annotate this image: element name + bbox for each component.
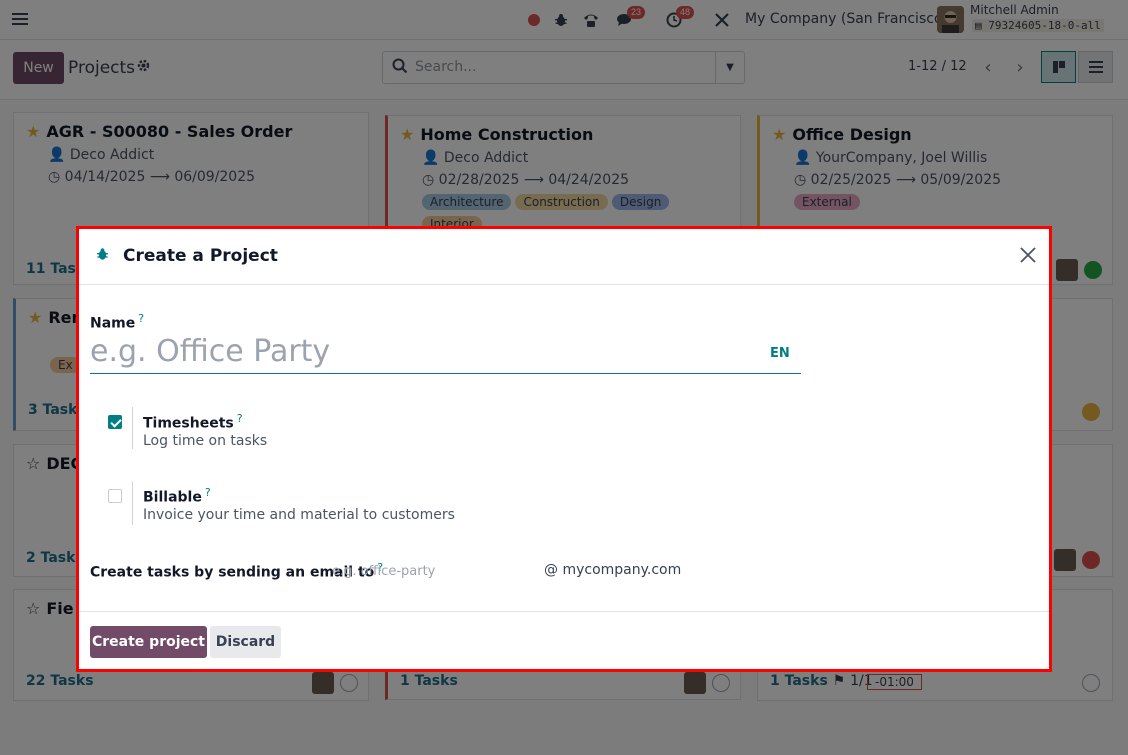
billable-label: Billable? bbox=[143, 486, 211, 506]
timesheets-label-text: Timesheets bbox=[143, 415, 234, 432]
project-name-input[interactable] bbox=[90, 330, 801, 374]
billable-description: Invoice your time and material to custom… bbox=[143, 507, 455, 523]
timesheets-description: Log time on tasks bbox=[143, 433, 268, 449]
billable-label-text: Billable bbox=[143, 489, 202, 506]
help-tooltip-icon[interactable]: ? bbox=[237, 412, 243, 425]
help-tooltip-icon[interactable]: ? bbox=[205, 486, 211, 499]
discard-button[interactable]: Discard bbox=[210, 626, 281, 658]
billable-checkbox[interactable] bbox=[108, 489, 122, 503]
dialog-header: Create a Project bbox=[79, 229, 1049, 285]
timesheets-label: Timesheets? bbox=[143, 412, 243, 432]
timesheets-checkbox[interactable] bbox=[108, 415, 122, 429]
create-project-button[interactable]: Create project bbox=[90, 626, 207, 658]
create-project-dialog: Create a Project Name? EN Timesheets? Lo… bbox=[76, 226, 1052, 672]
name-label: Name? bbox=[90, 312, 144, 332]
email-alias-input[interactable] bbox=[332, 562, 532, 580]
divider bbox=[132, 481, 133, 525]
close-icon[interactable] bbox=[1019, 246, 1039, 266]
help-tooltip-icon[interactable]: ? bbox=[138, 312, 144, 325]
language-button[interactable]: EN bbox=[770, 346, 790, 361]
alias-domain: @ mycompany.com bbox=[544, 562, 682, 578]
dialog-footer-divider bbox=[79, 611, 1049, 612]
dialog-title: Create a Project bbox=[123, 246, 278, 266]
bug-icon bbox=[96, 247, 109, 265]
divider bbox=[132, 407, 133, 449]
